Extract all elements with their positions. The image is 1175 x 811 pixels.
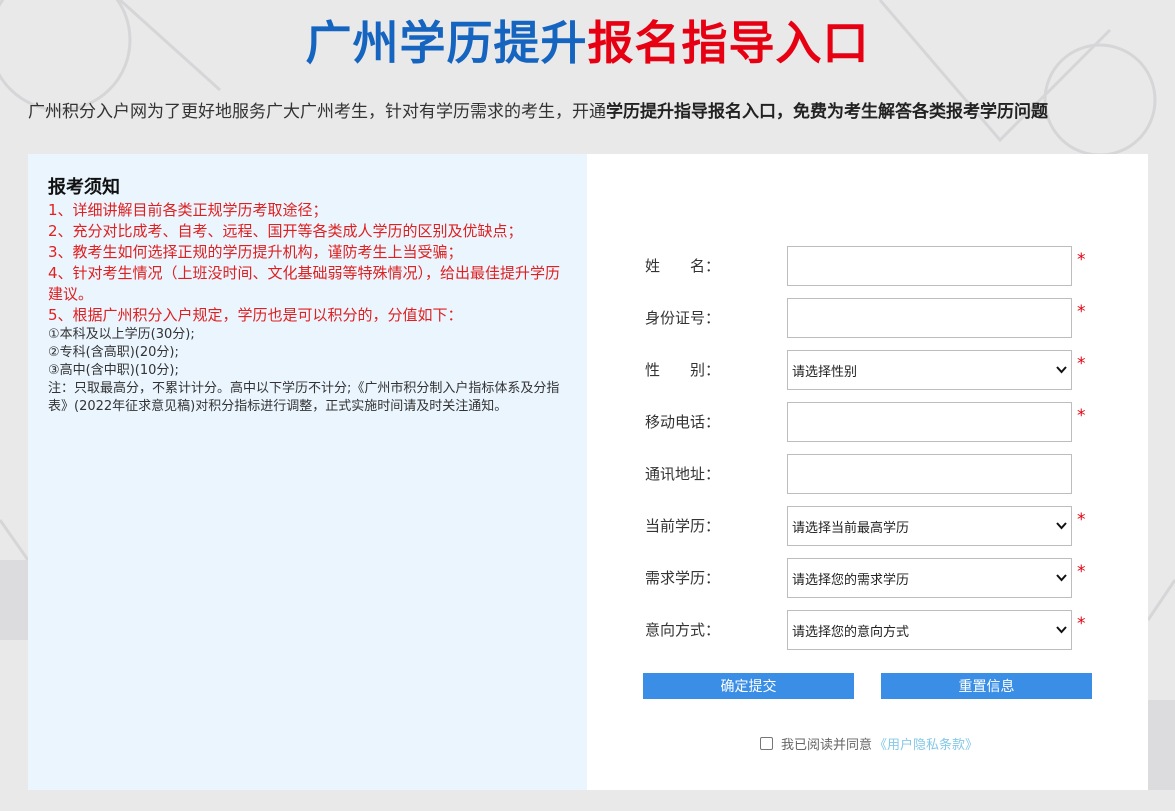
registration-form: 姓 名： * 身份证号： * 性 别： 请选择性别 * 移动电话： * 通讯地址… [587,154,1148,790]
privacy-policy-link[interactable]: 《用户隐私条款》 [874,734,978,753]
current-edu-select-value: 请选择当前最高学历 [792,520,910,536]
agree-text: 我已阅读并同意 [781,738,873,753]
required-mark: * [1077,354,1086,374]
notice-item: 4、针对考生情况（上班没时间、文化基础弱等特殊情况），给出最佳提升学历建议。 [48,264,561,303]
gender-label: 性 别： [645,361,721,379]
score-item: ③高中(含中职)(10分); [48,363,179,378]
target-edu-select[interactable]: 请选择您的需求学历 [787,558,1072,598]
subtitle-normal: 广州积分入户网为了更好地服务广大广州考生，针对有学历需求的考生，开通 [28,102,606,122]
notice-item: 1、详细讲解目前各类正规学历考取途径； [48,201,328,219]
mode-select-value: 请选择您的意向方式 [792,624,910,640]
page-subtitle: 广州积分入户网为了更好地服务广大广州考生，针对有学历需求的考生，开通学历提升指导… [28,100,1158,124]
submit-button[interactable]: 确定提交 [643,673,854,699]
id-label: 身份证号： [645,309,721,327]
mode-select[interactable]: 请选择您的意向方式 [787,610,1072,650]
phone-input[interactable] [787,402,1072,442]
address-input[interactable] [787,454,1072,494]
row-gender: 性 别： 请选择性别 * [645,350,1105,390]
mode-label: 意向方式： [645,621,721,639]
title-part-red: 报名指导入口 [587,16,870,70]
required-mark: * [1077,406,1086,426]
score-item: ①本科及以上学历(30分); [48,327,195,342]
notice-item: 2、充分对比成考、自考、远程、国开等各类成人学历的区别及优缺点； [48,222,523,240]
row-current-edu: 当前学历： 请选择当前最高学历 * [645,506,1105,546]
target-edu-select-value: 请选择您的需求学历 [792,572,910,588]
id-number-input[interactable] [787,298,1072,338]
chevron-down-icon [1051,572,1071,585]
row-phone: 移动电话： * [645,402,1105,442]
required-mark: * [1077,302,1086,322]
score-item: ②专科(含高职)(20分); [48,345,179,360]
row-id: 身份证号： * [645,298,1105,338]
notice-red-list: 1、详细讲解目前各类正规学历考取途径； 2、充分对比成考、自考、远程、国开等各类… [48,200,567,326]
reset-button[interactable]: 重置信息 [881,673,1092,699]
score-note: 注：只取最高分，不累计计分。高中以下学历不计分;《广州市积分制入户指标体系及分指… [48,381,560,414]
required-mark: * [1077,614,1086,634]
phone-label: 移动电话： [645,413,721,431]
privacy-agreement: 我已阅读并同意 《用户隐私条款》 [760,734,978,753]
required-mark: * [1077,562,1086,582]
notice-item: 3、教考生如何选择正规的学历提升机构，谨防考生上当受骗； [48,243,463,261]
title-part-blue: 广州学历提升 [305,16,588,70]
gender-select[interactable]: 请选择性别 [787,350,1072,390]
chevron-down-icon [1051,520,1071,533]
subtitle-bold: 学历提升指导报名入口，免费为考生解答各类报考学历问题 [606,102,1048,122]
current-edu-select[interactable]: 请选择当前最高学历 [787,506,1072,546]
notice-panel: 报考须知 1、详细讲解目前各类正规学历考取途径； 2、充分对比成考、自考、远程、… [28,154,587,790]
notice-score-list: ①本科及以上学历(30分); ②专科(含高职)(20分); ③高中(含中职)(1… [48,326,567,416]
address-label: 通讯地址： [645,465,721,483]
notice-item: 5、根据广州积分入户规定，学历也是可以积分的，分值如下： [48,306,463,324]
page-title: 广州学历提升报名指导入口 [0,12,1175,74]
notice-title: 报考须知 [48,177,120,198]
row-target-edu: 需求学历： 请选择您的需求学历 * [645,558,1105,598]
required-mark: * [1077,250,1086,270]
gender-select-value: 请选择性别 [792,364,858,380]
required-mark: * [1077,510,1086,530]
target-edu-label: 需求学历： [645,569,721,587]
agree-checkbox[interactable] [760,737,773,750]
chevron-down-icon [1051,364,1071,377]
row-name: 姓 名： * [645,246,1105,286]
name-label: 姓 名： [645,257,721,275]
name-input[interactable] [787,246,1072,286]
current-edu-label: 当前学历： [645,517,721,535]
row-mode: 意向方式： 请选择您的意向方式 * [645,610,1105,650]
chevron-down-icon [1051,624,1071,637]
row-address: 通讯地址： [645,454,1105,494]
